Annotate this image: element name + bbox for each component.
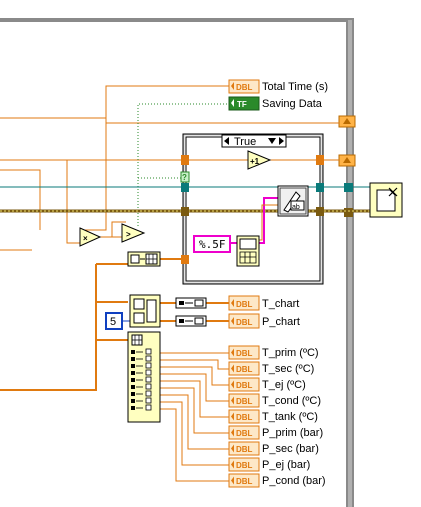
saving-data-indicator[interactable]: TF Saving Data — [228, 96, 323, 111]
case-tunnel-error-in — [181, 207, 189, 216]
boolean-tunnel-glyph: ? — [182, 173, 187, 182]
increment-node[interactable]: +1 — [247, 150, 272, 170]
channel-indicator-label: P_ej (bar) — [262, 459, 310, 471]
block-diagram: True ? +1 ab %.5F × > 5 DBL Total Time (… — [0, 18, 403, 507]
saving-data-type: TF — [237, 100, 247, 109]
saving-data-label: Saving Data — [262, 98, 323, 110]
shift-register-top[interactable] — [338, 115, 356, 128]
format-string-constant[interactable]: %.5F — [193, 235, 231, 253]
channel-indicator-type: DBL — [236, 445, 253, 454]
channel-indicator[interactable]: DBL P_ej (bar) — [228, 457, 310, 472]
channel-indicator[interactable]: DBL P_cond (bar) — [228, 473, 326, 488]
p-chart-indicator[interactable]: DBL P_chart — [228, 313, 300, 329]
channel-indicator-label: P_prim (bar) — [262, 427, 323, 439]
total-time-label: Total Time (s) — [262, 81, 328, 93]
array-to-spreadsheet-node[interactable] — [236, 235, 260, 267]
t-chart-type: DBL — [236, 300, 253, 309]
build-waveform-node[interactable] — [129, 294, 161, 328]
channel-indicator-type: DBL — [236, 397, 253, 406]
channel-indicator-list: DBL T_prim (ºC)DBL T_sec (ºC)DBL T_ej (ºC)D… — [228, 345, 326, 488]
numeric-constant[interactable]: 5 — [105, 312, 123, 330]
greater-node[interactable]: > — [121, 223, 146, 243]
case-tunnel-refnum-out — [316, 183, 324, 192]
case-selector-tunnel: ? — [180, 171, 190, 183]
conversion-node-p[interactable] — [175, 315, 207, 327]
channel-indicator[interactable]: DBL T_prim (ºC) — [228, 345, 319, 360]
case-tunnel-array-in — [181, 255, 189, 264]
case-tunnel-refnum-in — [181, 183, 189, 192]
channel-indicator-label: T_ej (ºC) — [262, 379, 306, 391]
p-chart-type: DBL — [236, 318, 253, 327]
svg-text:ab: ab — [292, 204, 300, 211]
channel-indicator[interactable]: DBL T_ej (ºC) — [228, 377, 306, 392]
channel-indicator[interactable]: DBL P_prim (bar) — [228, 425, 323, 440]
channel-indicator[interactable]: DBL P_sec (bar) — [228, 441, 319, 456]
case-tunnel-counter-in — [181, 155, 189, 165]
case-tunnel-counter-out — [316, 155, 324, 165]
total-time-type: DBL — [236, 83, 253, 92]
p-chart-label: P_chart — [262, 316, 300, 328]
channel-indicator-type: DBL — [236, 461, 253, 470]
numeric-constant-text: 5 — [110, 316, 116, 328]
channel-indicator-label: T_prim (ºC) — [262, 347, 319, 359]
channel-indicator-type: DBL — [236, 381, 253, 390]
channel-indicator-type: DBL — [236, 349, 253, 358]
channel-indicator-type: DBL — [236, 413, 253, 422]
channel-indicator-type: DBL — [236, 365, 253, 374]
greater-glyph: > — [126, 230, 131, 239]
total-time-indicator[interactable]: DBL Total Time (s) — [228, 79, 328, 94]
channel-indicator-label: P_cond (bar) — [262, 475, 326, 487]
channel-indicator[interactable]: DBL T_tank (ºC) — [228, 409, 318, 424]
channel-indicator-type: DBL — [236, 429, 253, 438]
channel-indicator[interactable]: DBL T_cond (ºC) — [228, 393, 321, 408]
format-string-text: %.5F — [199, 238, 226, 251]
shift-register-middle[interactable] — [338, 154, 356, 167]
multiply-glyph: × — [83, 234, 88, 243]
t-chart-indicator[interactable]: DBL T_chart — [228, 295, 299, 311]
case-tunnel-error-out — [316, 207, 324, 216]
index-array-node[interactable] — [127, 331, 161, 423]
channel-indicator[interactable]: DBL T_sec (ºC) — [228, 361, 314, 376]
case-selector-label: True — [234, 136, 256, 148]
case-selector[interactable]: True — [221, 134, 287, 148]
close-file-node[interactable] — [369, 182, 403, 218]
t-chart-label: T_chart — [262, 298, 299, 310]
conversion-node-t[interactable] — [175, 297, 207, 309]
channel-indicator-type: DBL — [236, 477, 253, 486]
channel-indicator-label: T_tank (ºC) — [262, 411, 318, 423]
channel-indicator-label: P_sec (bar) — [262, 443, 319, 455]
channel-indicator-label: T_sec (ºC) — [262, 363, 314, 375]
channel-indicator-label: T_cond (ºC) — [262, 395, 321, 407]
increment-glyph: +1 — [250, 157, 260, 166]
multiply-node[interactable]: × — [79, 227, 102, 247]
build-array-node[interactable] — [127, 251, 161, 267]
write-text-file-node[interactable]: ab — [277, 185, 309, 217]
